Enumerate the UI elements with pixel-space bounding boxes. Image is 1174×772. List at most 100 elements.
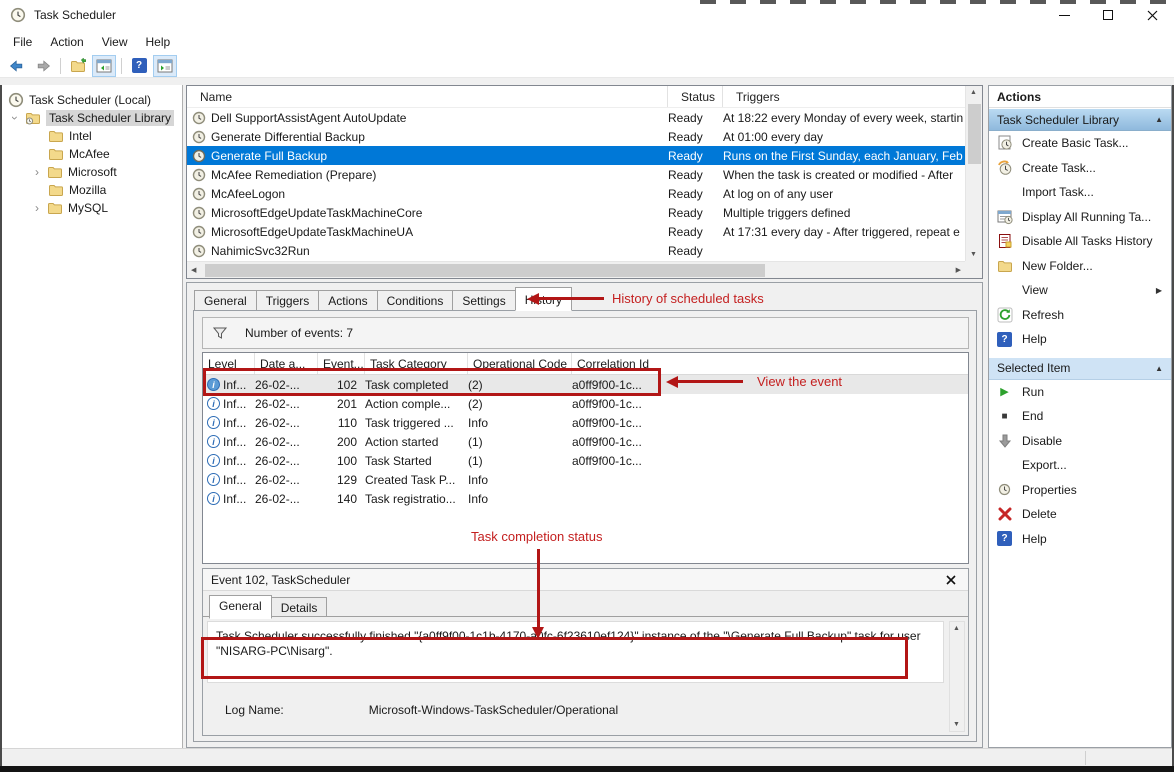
tree-item-intel[interactable]: Intel bbox=[2, 127, 182, 145]
action-refresh[interactable]: Refresh bbox=[989, 303, 1171, 328]
maximize-button[interactable] bbox=[1086, 0, 1130, 30]
show-action-pane-button[interactable] bbox=[153, 55, 177, 77]
chevron-expanded-icon[interactable] bbox=[10, 113, 20, 123]
menu-help[interactable]: Help bbox=[137, 32, 180, 52]
column-header-triggers[interactable]: Triggers bbox=[723, 86, 965, 107]
task-row[interactable]: McAfeeLogon Ready At log on of any user bbox=[187, 184, 965, 203]
action-properties[interactable]: Properties bbox=[989, 478, 1171, 503]
task-list-horizontal-scrollbar[interactable] bbox=[187, 261, 965, 278]
back-arrow-icon bbox=[9, 58, 25, 74]
event-row[interactable]: Inf... 26-02-...110 Task triggered ...In… bbox=[203, 413, 968, 432]
tree-item-root[interactable]: Task Scheduler (Local) bbox=[2, 91, 182, 109]
task-name: MicrosoftEdgeUpdateTaskMachineUA bbox=[211, 225, 413, 239]
menu-file[interactable]: File bbox=[4, 32, 41, 52]
actions-pane: Actions Task Scheduler Library Create Ba… bbox=[988, 85, 1172, 748]
action-view[interactable]: View bbox=[989, 278, 1171, 303]
event-row[interactable]: Inf... 26-02-...201 Action comple...(2) … bbox=[203, 394, 968, 413]
action-create-basic-task[interactable]: Create Basic Task... bbox=[989, 131, 1171, 156]
task-status: Ready bbox=[668, 244, 723, 258]
task-row[interactable]: MicrosoftEdgeUpdateTaskMachineUA Ready A… bbox=[187, 222, 965, 241]
tab-general[interactable]: General bbox=[194, 290, 257, 311]
action-export[interactable]: Export... bbox=[989, 453, 1171, 478]
tree-item-mysql[interactable]: MySQL bbox=[2, 199, 182, 217]
export-list-button[interactable] bbox=[66, 55, 90, 77]
log-name-value: Microsoft-Windows-TaskScheduler/Operatio… bbox=[369, 703, 618, 717]
tab-conditions[interactable]: Conditions bbox=[377, 290, 454, 311]
menu-action[interactable]: Action bbox=[41, 32, 92, 52]
column-header-opcode[interactable]: Operational Code bbox=[468, 353, 572, 374]
column-header-date[interactable]: Date a... bbox=[255, 353, 318, 374]
tab-history[interactable]: History bbox=[515, 287, 572, 311]
scroll-down-icon[interactable] bbox=[953, 721, 960, 728]
toolbar-separator bbox=[60, 58, 61, 74]
event-detail-close-icon[interactable] bbox=[944, 573, 958, 587]
column-header-event-id[interactable]: Event... bbox=[318, 353, 365, 374]
close-button[interactable] bbox=[1130, 0, 1174, 30]
task-row[interactable]: MicrosoftEdgeUpdateTaskMachineCore Ready… bbox=[187, 203, 965, 222]
column-header-correlation[interactable]: Correlation Id bbox=[572, 353, 682, 374]
forward-button[interactable] bbox=[31, 55, 55, 77]
task-row[interactable]: McAfee Remediation (Prepare) Ready When … bbox=[187, 165, 965, 184]
back-button[interactable] bbox=[5, 55, 29, 77]
column-header-category[interactable]: Task Category bbox=[365, 353, 468, 374]
action-delete[interactable]: Delete bbox=[989, 502, 1171, 527]
scroll-left-icon[interactable] bbox=[191, 266, 196, 274]
action-create-task[interactable]: Create Task... bbox=[989, 156, 1171, 181]
action-run[interactable]: Run bbox=[989, 380, 1171, 405]
chevron-collapsed-icon[interactable] bbox=[32, 203, 42, 213]
column-header-status[interactable]: Status bbox=[668, 86, 723, 107]
tab-triggers[interactable]: Triggers bbox=[256, 290, 320, 311]
tree-item-label: MySQL bbox=[68, 201, 108, 215]
column-header-name[interactable]: Name bbox=[187, 86, 668, 107]
action-disable-history[interactable]: Disable All Tasks History bbox=[989, 229, 1171, 254]
scrollbar-thumb[interactable] bbox=[205, 264, 765, 277]
task-row-selected[interactable]: Generate Full Backup Ready Runs on the F… bbox=[187, 146, 965, 165]
column-header-level[interactable]: Level bbox=[203, 353, 255, 374]
task-list-vertical-scrollbar[interactable] bbox=[965, 86, 982, 261]
filter-funnel-icon bbox=[213, 326, 227, 340]
tree-item-library[interactable]: Task Scheduler Library bbox=[2, 109, 182, 127]
action-end[interactable]: End bbox=[989, 404, 1171, 429]
collapse-icon[interactable] bbox=[1155, 115, 1163, 124]
action-help-selected[interactable]: Help bbox=[989, 527, 1171, 552]
tab-event-general[interactable]: General bbox=[209, 595, 272, 619]
tab-actions[interactable]: Actions bbox=[318, 290, 377, 311]
event-row-selected[interactable]: Inf... 26-02-...102 Task completed(2) a0… bbox=[203, 375, 968, 394]
scroll-right-icon[interactable] bbox=[956, 266, 961, 274]
tree-item-mcafee[interactable]: McAfee bbox=[2, 145, 182, 163]
scroll-down-icon[interactable] bbox=[970, 251, 977, 258]
task-row[interactable]: Dell SupportAssistAgent AutoUpdate Ready… bbox=[187, 108, 965, 127]
event-detail-panel: Event 102, TaskScheduler General Details… bbox=[202, 568, 969, 736]
task-row[interactable]: NahimicSvc32Run Ready bbox=[187, 241, 965, 260]
event-row[interactable]: Inf... 26-02-...100 Task Started(1) a0ff… bbox=[203, 451, 968, 470]
actions-section-selected-item[interactable]: Selected Item bbox=[989, 357, 1171, 380]
task-triggers: When the task is created or modified - A… bbox=[723, 168, 965, 182]
action-help-library[interactable]: Help bbox=[989, 327, 1171, 352]
menu-view[interactable]: View bbox=[93, 32, 137, 52]
action-import-task[interactable]: Import Task... bbox=[989, 180, 1171, 205]
event-row[interactable]: Inf... 26-02-...129 Created Task P...Inf… bbox=[203, 470, 968, 489]
action-display-running[interactable]: Display All Running Ta... bbox=[989, 205, 1171, 230]
event-row[interactable]: Inf... 26-02-...200 Action started(1) a0… bbox=[203, 432, 968, 451]
task-triggers: At 01:00 every day bbox=[723, 130, 965, 144]
event-row[interactable]: Inf... 26-02-...140 Task registratio...I… bbox=[203, 489, 968, 508]
action-new-folder[interactable]: New Folder... bbox=[989, 254, 1171, 279]
action-disable[interactable]: Disable bbox=[989, 429, 1171, 454]
collapse-icon[interactable] bbox=[1155, 364, 1163, 373]
actions-section-library[interactable]: Task Scheduler Library bbox=[989, 108, 1171, 131]
info-icon bbox=[207, 397, 220, 410]
tree-item-microsoft[interactable]: Microsoft bbox=[2, 163, 182, 181]
help-button[interactable] bbox=[127, 55, 151, 77]
scrollbar-thumb[interactable] bbox=[968, 104, 981, 164]
task-list: Name Status Triggers Dell SupportAssistA… bbox=[186, 85, 983, 279]
tree-item-mozilla[interactable]: Mozilla bbox=[2, 181, 182, 199]
show-console-tree-button[interactable] bbox=[92, 55, 116, 77]
chevron-collapsed-icon[interactable] bbox=[32, 167, 42, 177]
event-detail-scrollbar[interactable] bbox=[949, 621, 965, 732]
minimize-button[interactable] bbox=[1042, 0, 1086, 30]
task-clock-icon bbox=[192, 130, 206, 144]
task-row[interactable]: Generate Differential Backup Ready At 01… bbox=[187, 127, 965, 146]
tab-settings[interactable]: Settings bbox=[452, 290, 515, 311]
scroll-up-icon[interactable] bbox=[970, 89, 977, 96]
scroll-up-icon[interactable] bbox=[953, 625, 960, 632]
